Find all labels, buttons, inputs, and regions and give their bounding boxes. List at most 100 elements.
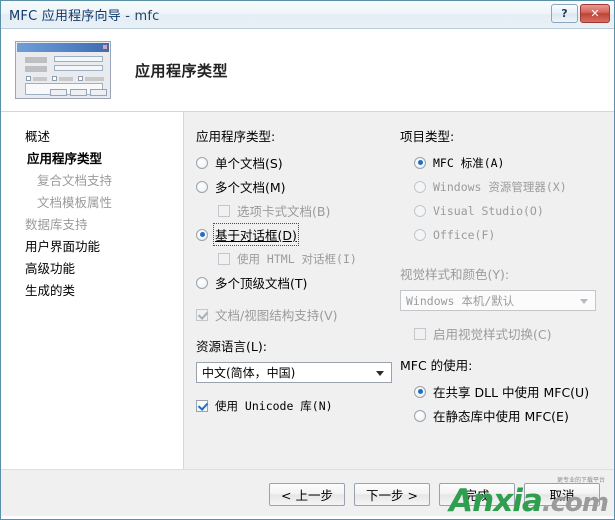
radio-label-office: Office(F)	[433, 227, 496, 242]
sidebar-item-advanced[interactable]: 高级功能	[1, 258, 183, 280]
preview-check-3	[78, 76, 83, 81]
sidebar-item-overview[interactable]: 概述	[1, 126, 183, 148]
sidebar-item-compound-doc: 复合文档支持	[37, 173, 113, 188]
preview-label-2	[25, 66, 47, 72]
preview-check-label-3	[85, 77, 104, 81]
wizard-footer: < 上一步 下一步 > 完成 取消 更专业的下载平台 Anxia.com	[1, 469, 614, 519]
chevron-down-icon	[376, 370, 384, 376]
wizard-body: 概述 应用程序类型 复合文档支持 文档模板属性 数据库支持 用户界面功能 高级功…	[1, 112, 614, 469]
radio-icon-visual-studio	[414, 204, 426, 217]
application-type-group-label: 应用程序类型:	[196, 129, 276, 144]
wizard-header: 应用程序类型	[1, 29, 614, 112]
mfc-wizard-window: MFC 应用程序向导 - mfc ? ✕ 应用程序类型 概述 应用程序类型 复合…	[0, 0, 615, 520]
preview-check-1	[26, 76, 31, 81]
checkbox-unicode-library[interactable]: 使用 Unicode 库(N)	[196, 395, 395, 416]
visual-style-label: 视觉样式和颜色(Y):	[400, 267, 510, 282]
radio-label-mfc-shared-dll: 在共享 DLL 中使用 MFC(U)	[433, 385, 590, 400]
mfc-usage-group-label: MFC 的使用:	[400, 358, 473, 373]
radio-mfc-static-lib[interactable]: 在静态库中使用 MFC(E)	[400, 405, 614, 426]
application-type-column: 应用程序类型: 单个文档(S) 多个文档(M) 选项卡式文档(B) 基于对话框(…	[184, 126, 395, 469]
check-icon-enable-style-switch	[414, 327, 426, 340]
radio-label-mfc-static-lib: 在静态库中使用 MFC(E)	[433, 409, 569, 424]
cancel-button[interactable]: 取消	[524, 483, 600, 506]
resource-language-label: 资源语言(L):	[196, 339, 267, 354]
radio-icon-office	[414, 228, 426, 241]
radio-label-multiple-top-level: 多个顶级文档(T)	[215, 276, 308, 291]
preview-field-2	[54, 65, 103, 71]
visual-style-combo: Windows 本机/默认	[400, 290, 596, 311]
caption-button-group: ? ✕	[551, 4, 610, 23]
checkbox-label-enable-style-switch: 启用视觉样式切换(C)	[433, 327, 552, 342]
sidebar-item-generated[interactable]: 生成的类	[1, 280, 183, 302]
checkbox-tabbed-documents: 选项卡式文档(B)	[196, 200, 395, 221]
checkbox-label-unicode-library: 使用 Unicode 库(N)	[215, 398, 333, 413]
wizard-preview-icon	[15, 41, 111, 99]
checkbox-enable-style-switch: 启用视觉样式切换(C)	[400, 323, 614, 344]
preview-check-label-1	[33, 77, 47, 81]
window-title-app: MFC 应用程序向导	[9, 9, 121, 24]
next-button[interactable]: 下一步 >	[354, 483, 430, 506]
radio-icon-multiple-top-level	[196, 276, 208, 289]
window-title-separator: -	[120, 9, 135, 24]
sidebar-item-ui-features[interactable]: 用户界面功能	[1, 236, 183, 258]
checkbox-doc-view-support: 文档/视图结构支持(V)	[196, 304, 395, 325]
checkbox-label-doc-view-support: 文档/视图结构支持(V)	[215, 308, 338, 323]
visual-style-value: Windows 本机/默认	[406, 293, 515, 308]
title-bar: MFC 应用程序向导 - mfc ? ✕	[1, 1, 614, 29]
radio-label-windows-explorer: Windows 资源管理器(X)	[433, 179, 567, 194]
radio-dialog-based[interactable]: 基于对话框(D)	[196, 223, 395, 246]
radio-icon-dialog-based	[196, 228, 208, 241]
radio-mfc-shared-dll[interactable]: 在共享 DLL 中使用 MFC(U)	[400, 381, 614, 402]
help-icon[interactable]: ?	[551, 4, 578, 23]
radio-mfc-standard[interactable]: MFC 标准(A)	[400, 152, 614, 173]
window-bottom-strip	[1, 516, 614, 519]
radio-label-dialog-based: 基于对话框(D)	[213, 223, 299, 246]
sidebar-item-doc-template: 文档模板属性	[37, 195, 113, 210]
check-icon-unicode-library	[196, 399, 208, 412]
preview-check-2	[52, 76, 57, 81]
project-type-group-label: 项目类型:	[400, 129, 455, 144]
checkbox-label-tabbed-documents: 选项卡式文档(B)	[237, 204, 331, 219]
window-title-project: mfc	[134, 9, 160, 24]
preview-check-label-2	[59, 77, 73, 81]
radio-icon-mfc-shared-dll	[414, 385, 426, 398]
radio-label-single-document: 单个文档(S)	[215, 156, 283, 171]
radio-icon-windows-explorer	[414, 180, 426, 193]
resource-language-value: 中文(简体，中国)	[202, 366, 296, 380]
finish-button[interactable]: 完成	[439, 483, 515, 506]
radio-multiple-top-level[interactable]: 多个顶级文档(T)	[196, 272, 395, 293]
radio-label-mfc-standard: MFC 标准(A)	[433, 155, 505, 170]
preview-button-3	[90, 89, 107, 96]
checkbox-html-dialog: 使用 HTML 对话框(I)	[196, 248, 395, 269]
radio-windows-explorer: Windows 资源管理器(X)	[400, 176, 614, 197]
back-button[interactable]: < 上一步	[269, 483, 345, 506]
window-title: MFC 应用程序向导 - mfc	[9, 5, 159, 24]
preview-button-1	[50, 89, 67, 96]
radio-icon-single-document	[196, 156, 208, 169]
check-icon-doc-view-support	[196, 308, 208, 321]
check-icon-tabbed-documents	[218, 204, 230, 217]
radio-label-multiple-documents: 多个文档(M)	[215, 180, 286, 195]
project-type-column: 项目类型: MFC 标准(A) Windows 资源管理器(X) Visual …	[395, 126, 614, 469]
radio-single-document[interactable]: 单个文档(S)	[196, 152, 395, 173]
radio-icon-mfc-static-lib	[414, 409, 426, 422]
wizard-step-sidebar: 概述 应用程序类型 复合文档支持 文档模板属性 数据库支持 用户界面功能 高级功…	[1, 112, 184, 469]
resource-language-combo[interactable]: 中文(简体，中国)	[196, 362, 392, 383]
radio-visual-studio: Visual Studio(O)	[400, 200, 614, 221]
radio-multiple-documents[interactable]: 多个文档(M)	[196, 176, 395, 197]
chevron-down-icon-visual-style	[580, 298, 588, 304]
sidebar-item-database: 数据库支持	[25, 217, 88, 232]
preview-field-1	[54, 56, 103, 62]
check-icon-html-dialog	[218, 252, 230, 265]
preview-label-1	[25, 57, 47, 63]
close-icon[interactable]: ✕	[580, 4, 610, 23]
page-title: 应用程序类型	[135, 61, 229, 80]
radio-icon-multiple-documents	[196, 180, 208, 193]
checkbox-label-html-dialog: 使用 HTML 对话框(I)	[237, 251, 357, 266]
radio-office: Office(F)	[400, 224, 614, 245]
wizard-content: 应用程序类型: 单个文档(S) 多个文档(M) 选项卡式文档(B) 基于对话框(…	[184, 112, 614, 469]
preview-button-2	[70, 89, 87, 96]
radio-icon-mfc-standard	[414, 156, 426, 169]
preview-titlebar	[17, 43, 109, 52]
sidebar-item-app-type[interactable]: 应用程序类型	[1, 148, 183, 170]
